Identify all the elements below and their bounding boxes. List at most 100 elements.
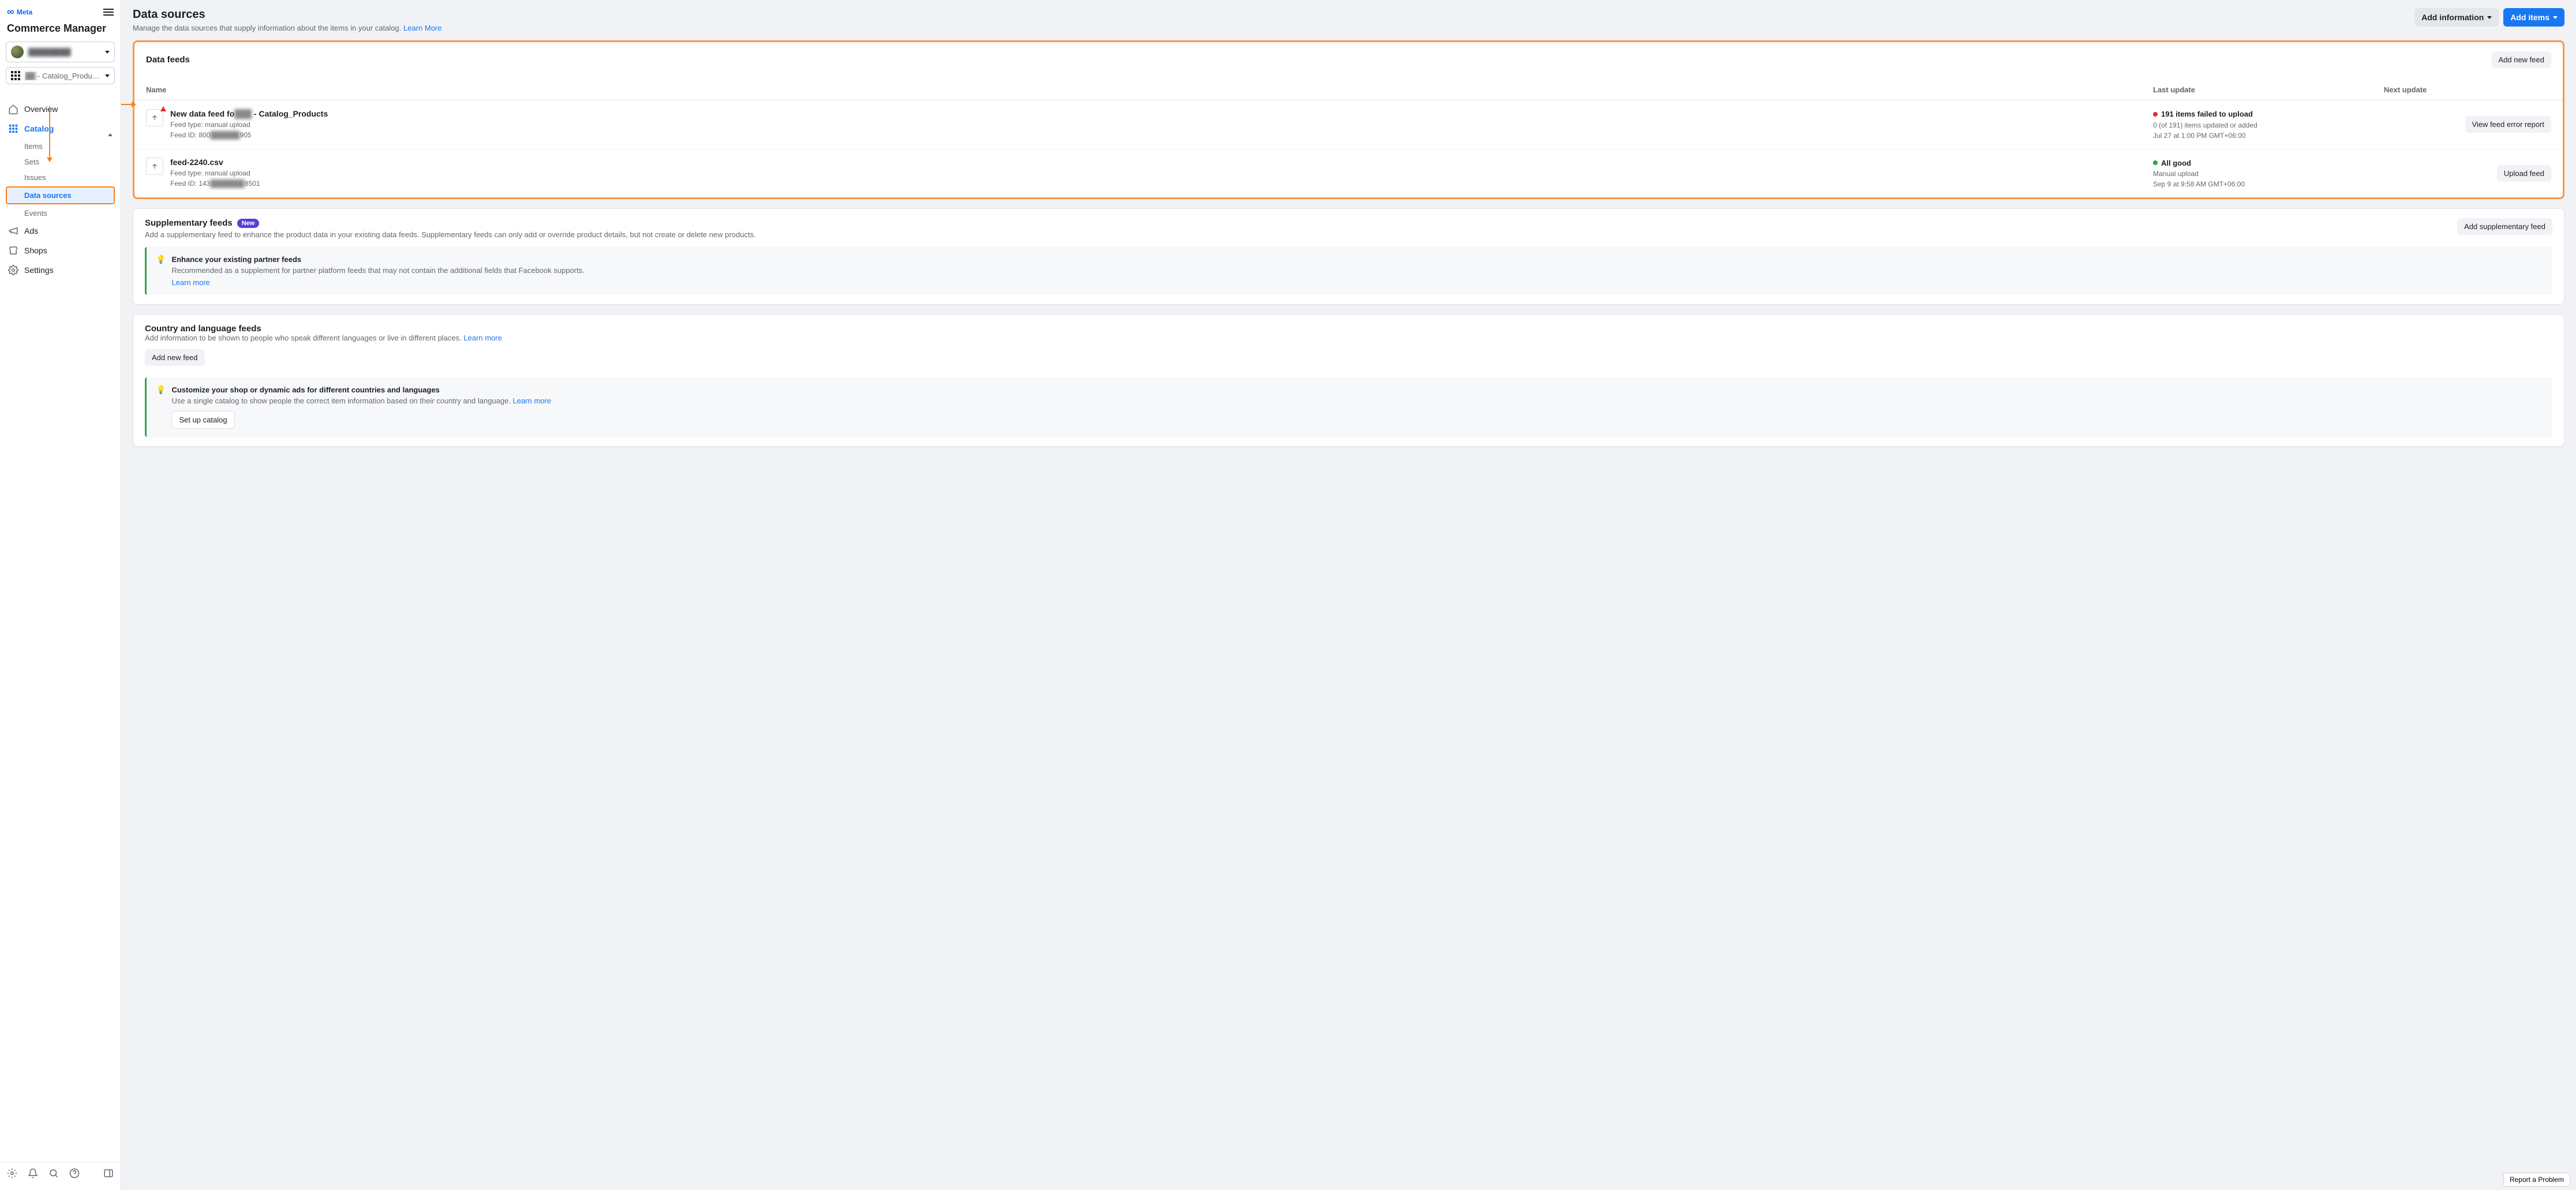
country-language-card: Country and language feeds Add informati…: [133, 314, 2564, 447]
gear-icon: [8, 265, 18, 275]
status-detail: Manual upload: [2153, 169, 2384, 179]
supplementary-feeds-card: Supplementary feeds New Add a supplement…: [133, 208, 2564, 305]
shop-icon: [8, 245, 18, 256]
search-icon[interactable]: [48, 1168, 59, 1178]
add-new-feed-button[interactable]: Add new feed: [2491, 51, 2551, 68]
setup-catalog-button[interactable]: Set up catalog: [171, 411, 234, 429]
meta-logo-icon: ∞: [7, 6, 14, 18]
upload-icon: [146, 109, 163, 126]
tip-box: 💡 Customize your shop or dynamic ads for…: [145, 377, 2552, 437]
feed-id: Feed ID: 143███████8501: [170, 178, 260, 189]
nav-label: Overview: [24, 104, 58, 114]
upload-icon: [146, 158, 163, 175]
catalog-icon: [8, 124, 18, 134]
section-title: Country and language feeds: [145, 324, 2552, 334]
table-header: Name Last update Next update: [134, 77, 2563, 100]
view-error-report-button[interactable]: View feed error report: [2465, 116, 2552, 133]
status-dot-icon: [2153, 160, 2158, 165]
nav-settings[interactable]: Settings: [0, 260, 121, 280]
add-items-button[interactable]: Add items: [2503, 8, 2564, 27]
feed-row[interactable]: New data feed fo███ - Catalog_Products F…: [134, 100, 2563, 149]
tip-title: Customize your shop or dynamic ads for d…: [171, 386, 2543, 394]
nav-overview[interactable]: Overview: [0, 99, 121, 119]
nav-label: Settings: [24, 265, 54, 275]
catalog-selector[interactable]: ██ - Catalog_Products (28…: [6, 67, 115, 84]
main-content: Data sources Manage the data sources tha…: [121, 0, 2576, 1190]
help-icon[interactable]: [69, 1168, 80, 1178]
tip-text: Recommended as a supplement for partner …: [171, 266, 2543, 275]
warning-badge-icon: [160, 106, 166, 111]
tip-text: Use a single catalog to show people the …: [171, 396, 2543, 405]
meta-brand-text: Meta: [17, 8, 32, 16]
add-information-button[interactable]: Add information: [2414, 8, 2499, 27]
nav-catalog[interactable]: Catalog: [0, 119, 121, 139]
sidebar-nav: Overview Catalog Items Sets Issues Data …: [0, 99, 121, 280]
nav-sets[interactable]: Sets: [0, 154, 121, 170]
nav-issues[interactable]: Issues: [0, 170, 121, 185]
megaphone-icon: [8, 226, 18, 236]
learn-more-link[interactable]: Learn More: [403, 24, 441, 32]
tip-title: Enhance your existing partner feeds: [171, 255, 2543, 264]
report-problem-button[interactable]: Report a Problem: [2503, 1173, 2570, 1187]
account-selector[interactable]: ████████: [6, 42, 115, 62]
sidebar: ∞ Meta Commerce Manager ████████ ██ - Ca…: [0, 0, 121, 1190]
caret-down-icon: [2487, 16, 2492, 19]
account-name: ████████: [28, 48, 100, 57]
page-title: Data sources: [133, 8, 442, 21]
status-dot-icon: [2153, 112, 2158, 117]
feed-type: Feed type: manual upload: [170, 168, 260, 178]
grid-icon: [11, 71, 20, 80]
tip-box: 💡 Enhance your existing partner feeds Re…: [145, 247, 2552, 295]
app-title: Commerce Manager: [6, 23, 115, 35]
caret-down-icon: [2553, 16, 2558, 19]
page-description: Manage the data sources that supply info…: [133, 24, 442, 32]
col-next-update: Next update: [2384, 85, 2551, 94]
upload-feed-button[interactable]: Upload feed: [2497, 165, 2551, 182]
col-name: Name: [146, 85, 2153, 94]
gear-icon[interactable]: [7, 1168, 17, 1178]
new-badge: New: [237, 219, 260, 228]
status-timestamp: Jul 27 at 1:00 PM GMT+06:00: [2153, 130, 2384, 141]
data-feeds-card: Data feeds Add new feed Name Last update…: [133, 40, 2564, 199]
lightbulb-icon: 💡: [156, 386, 166, 394]
col-last-update: Last update: [2153, 85, 2384, 94]
feed-type: Feed type: manual upload: [170, 119, 328, 130]
section-title: Data feeds: [146, 55, 190, 65]
learn-more-link[interactable]: Learn more: [463, 334, 501, 342]
feed-name: feed-2240.csv: [170, 158, 260, 167]
caret-down-icon: [105, 51, 110, 54]
catalog-name: ██ - Catalog_Products (28…: [25, 72, 100, 80]
section-title: Supplementary feeds: [145, 218, 233, 228]
add-supplementary-feed-button[interactable]: Add supplementary feed: [2457, 218, 2552, 235]
meta-brand[interactable]: ∞ Meta: [7, 6, 32, 18]
nav-data-sources[interactable]: Data sources: [7, 188, 114, 203]
page-header: Data sources Manage the data sources tha…: [121, 0, 2576, 40]
bell-icon[interactable]: [28, 1168, 38, 1178]
feed-row[interactable]: feed-2240.csv Feed type: manual upload F…: [134, 149, 2563, 198]
caret-down-icon: [105, 74, 110, 77]
status-detail: 0 (of 191) items updated or added: [2153, 120, 2384, 130]
nav-label: Shops: [24, 246, 47, 255]
learn-more-link[interactable]: Learn more: [171, 278, 209, 287]
lightbulb-icon: 💡: [156, 255, 166, 263]
status-text: All good: [2161, 158, 2191, 169]
chevron-up-icon: [108, 124, 113, 133]
feed-id: Feed ID: 800██████905: [170, 130, 328, 140]
nav-events[interactable]: Events: [0, 205, 121, 221]
add-new-feed-button[interactable]: Add new feed: [145, 349, 205, 366]
nav-shops[interactable]: Shops: [0, 241, 121, 260]
avatar-icon: [11, 46, 24, 58]
status-timestamp: Sep 9 at 9:58 AM GMT+06:00: [2153, 179, 2384, 189]
nav-label: Ads: [24, 226, 38, 235]
panel-toggle-icon[interactable]: [103, 1168, 114, 1178]
hamburger-icon[interactable]: [103, 9, 114, 16]
sidebar-footer: [0, 1162, 121, 1184]
annotation-arrow-horizontal: [121, 104, 135, 105]
home-icon: [8, 104, 18, 114]
annotation-arrow-vertical: [49, 106, 50, 161]
learn-more-link[interactable]: Learn more: [513, 396, 551, 405]
nav-ads[interactable]: Ads: [0, 221, 121, 241]
section-description: Add information to be shown to people wh…: [145, 334, 2552, 342]
nav-items[interactable]: Items: [0, 139, 121, 154]
status-text: 191 items failed to upload: [2161, 108, 2253, 120]
